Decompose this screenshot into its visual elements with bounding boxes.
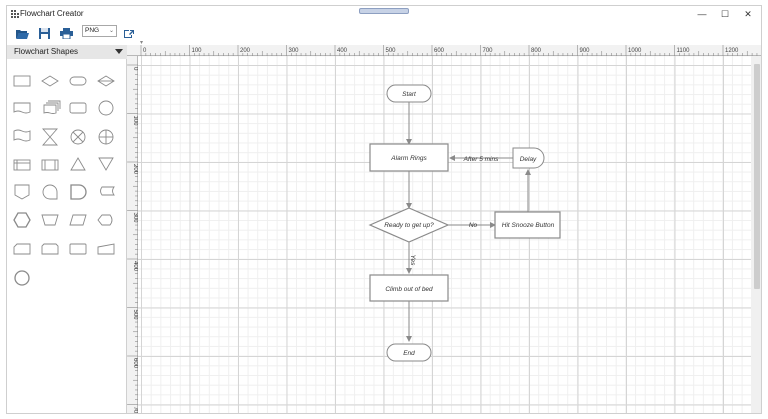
save-button[interactable] <box>36 25 52 41</box>
shape-manual-operation[interactable] <box>41 214 59 226</box>
ruler-h-label: 300 <box>289 48 300 54</box>
edge-label-after: After 5 mins <box>463 156 499 163</box>
shape-multi-document[interactable] <box>43 100 61 114</box>
ruler-h-label: 700 <box>483 48 494 54</box>
ruler-h-label: 500 <box>386 48 397 54</box>
shape-process[interactable] <box>13 75 31 87</box>
shapes-palette <box>7 59 127 413</box>
ruler-h-label: 1200 <box>725 48 739 54</box>
app-grid-icon <box>11 10 19 18</box>
horizontal-ruler: 0 100 200 300 400 500 600 700 800 900 1000 1100 1200 <box>127 45 761 56</box>
shape-circle[interactable] <box>98 100 114 116</box>
vertical-ruler: 0 100 200 300 400 500 600 700 <box>127 56 138 413</box>
shape-loop-limit[interactable] <box>69 243 87 255</box>
window-title: Flowchart Creator <box>20 9 84 18</box>
shape-sequential-data[interactable] <box>42 184 58 200</box>
vertical-scrollbar[interactable] <box>751 56 761 413</box>
shape-manual-input[interactable] <box>41 243 59 255</box>
sidebar-header[interactable]: Flowchart Shapes <box>7 45 127 59</box>
shape-display[interactable] <box>97 214 113 226</box>
print-button[interactable] <box>58 25 74 41</box>
shape-stored-data[interactable] <box>100 186 115 196</box>
collapse-triangle-icon[interactable] <box>115 49 123 54</box>
shapes-sidebar: Flowchart Shapes <box>7 45 127 413</box>
node-decision-label: Ready to get up? <box>384 222 434 229</box>
ruler-h-label: 600 <box>434 48 445 54</box>
node-climb-label: Climb out of bed <box>385 286 433 293</box>
node-end-label: End <box>403 350 415 357</box>
open-icon <box>15 29 29 39</box>
close-button[interactable]: ✕ <box>737 6 759 22</box>
export-icon <box>124 29 134 38</box>
node-delay-label: Delay <box>520 156 537 163</box>
shape-connector[interactable] <box>14 270 30 286</box>
diagram-canvas[interactable]: Start Alarm Rings Delay Ready to get up?… <box>138 56 751 413</box>
export-format-select[interactable]: PNG ⌄ <box>82 25 117 37</box>
shape-data[interactable] <box>69 214 87 226</box>
shape-punched-tape[interactable] <box>13 129 31 142</box>
minimize-button[interactable]: — <box>691 6 713 22</box>
save-icon <box>38 27 50 39</box>
shape-predefined-process[interactable] <box>69 102 87 114</box>
ruler-h-label: 400 <box>337 48 348 54</box>
shape-or[interactable] <box>70 129 86 145</box>
export-format-value: PNG <box>85 27 100 34</box>
shape-off-page-reference[interactable] <box>14 184 30 200</box>
ruler-h-label: 100 <box>192 48 203 54</box>
ruler-h-label: 1100 <box>677 48 691 54</box>
edge-label-no: No <box>469 222 478 229</box>
window-drag-handle[interactable] <box>359 8 409 14</box>
shape-collate[interactable] <box>42 128 58 146</box>
shape-document[interactable] <box>13 102 31 114</box>
ruler-h-label: 1000 <box>628 48 642 54</box>
shape-delay[interactable] <box>70 184 87 200</box>
ruler-h-label: 0 <box>143 48 147 54</box>
ruler-h-label: 200 <box>240 48 251 54</box>
vertical-scrollbar-thumb[interactable] <box>754 64 760 289</box>
open-button[interactable] <box>14 25 30 41</box>
export-button[interactable] <box>121 25 137 41</box>
shape-summing-junction[interactable] <box>98 129 114 145</box>
edge-label-yes: Yes <box>409 255 416 267</box>
node-snooze-label: Hit Snooze Button <box>502 222 555 229</box>
shape-internal-storage[interactable] <box>13 159 31 171</box>
shape-extract[interactable] <box>70 157 86 171</box>
shape-card[interactable] <box>13 243 31 255</box>
chevron-down-icon: ⌄ <box>108 28 114 34</box>
shape-merge[interactable] <box>98 157 114 171</box>
shape-decision[interactable] <box>41 75 59 87</box>
app-window: Flowchart Creator — ☐ ✕ PNG ⌄ ▾ Flowchar… <box>6 5 762 414</box>
maximize-button[interactable]: ☐ <box>714 6 736 22</box>
ruler-h-label: 900 <box>580 48 591 54</box>
ruler-h-label: 800 <box>531 48 542 54</box>
sidebar-title: Flowchart Shapes <box>14 47 79 56</box>
node-alarm-label: Alarm Rings <box>390 155 427 162</box>
shape-terminator[interactable] <box>69 76 87 86</box>
shape-preparation[interactable] <box>13 212 31 228</box>
node-start-label: Start <box>402 91 417 98</box>
shape-manual-input-slant[interactable] <box>97 243 115 255</box>
title-bar[interactable]: Flowchart Creator — ☐ ✕ <box>7 6 761 22</box>
shape-data-process[interactable] <box>41 159 59 171</box>
print-icon <box>59 27 73 39</box>
toolbar: PNG ⌄ ▾ <box>7 22 761 46</box>
